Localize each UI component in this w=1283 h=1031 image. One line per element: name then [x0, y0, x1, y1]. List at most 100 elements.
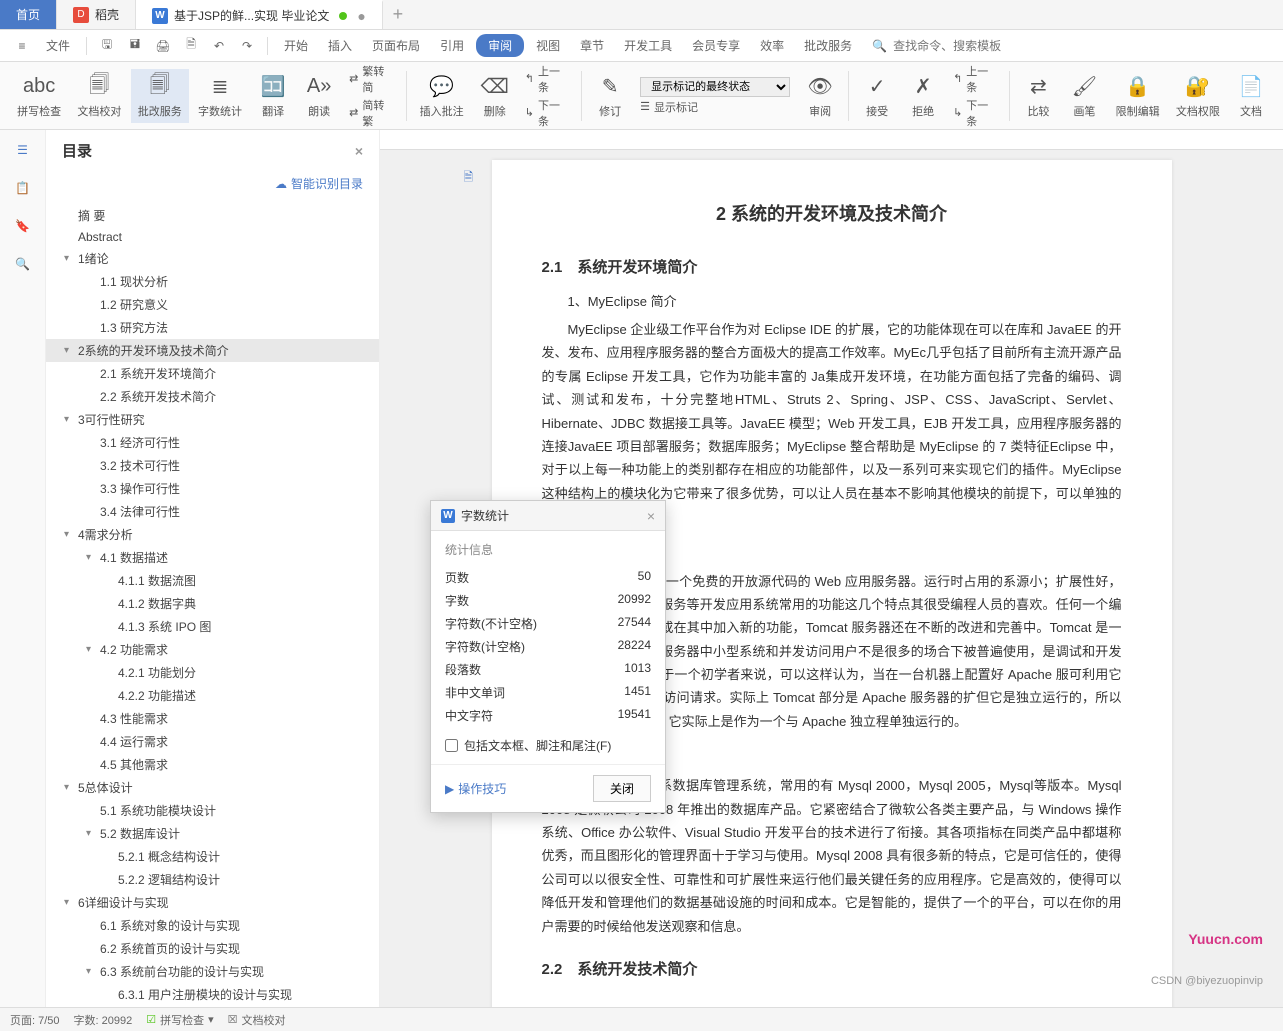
outline-item[interactable]: ▾4.2 功能需求 [46, 638, 379, 661]
outline-item[interactable]: ▾6.3 系统前台功能的设计与实现 [46, 960, 379, 983]
tips-link[interactable]: ▶ 操作技巧 [445, 780, 506, 797]
menu-review[interactable]: 审阅 [476, 34, 524, 57]
outline-item[interactable]: Abstract [46, 227, 379, 247]
outline-item[interactable]: ▾5.2 数据库设计 [46, 822, 379, 845]
outline-item[interactable]: 6.1 系统对象的设计与实现 [46, 914, 379, 937]
ribbon-spellcheck[interactable]: abc拼写检查 [10, 69, 68, 123]
file-menu[interactable]: 文件 [38, 37, 78, 54]
ribbon-reject[interactable]: ✗拒绝 [901, 69, 945, 123]
ribbon-show-markup[interactable]: ☰显示标记 [640, 99, 790, 115]
outline-item[interactable]: 摘 要 [46, 204, 379, 227]
ribbon-perm[interactable]: 🔐文档权限 [1169, 69, 1227, 123]
hamburger-icon[interactable]: ≡ [10, 34, 34, 58]
outline-item[interactable]: 3.1 经济可行性 [46, 431, 379, 454]
tab-docker[interactable]: D 稻壳 [57, 0, 136, 29]
tab-document[interactable]: W 基于JSP的鲜...实现 毕业论文 ● [136, 0, 383, 29]
menu-chapter[interactable]: 章节 [572, 37, 612, 54]
rail-outline-icon[interactable]: ☰ [13, 140, 33, 160]
status-page[interactable]: 页面: 7/50 [10, 1012, 60, 1028]
checkbox-input[interactable] [445, 739, 458, 752]
outline-item[interactable]: ▾2系统的开发环境及技术简介 [46, 339, 379, 362]
ribbon-translate[interactable]: 🈁翻译 [251, 69, 295, 123]
ribbon-compare[interactable]: ⇄比较 [1016, 69, 1060, 123]
show-markup-select[interactable]: 显示标记的最终状态 [640, 77, 790, 97]
save-icon[interactable]: 🖫 [95, 34, 119, 58]
ribbon-brush[interactable]: 🖌画笔 [1062, 69, 1106, 123]
outline-item[interactable]: 1.2 研究意义 [46, 293, 379, 316]
ribbon-proofread[interactable]: 🗐文档校对 [70, 69, 128, 123]
outline-item[interactable]: 2.1 系统开发环境简介 [46, 362, 379, 385]
smart-outline-link[interactable]: 智能识别目录 [291, 175, 363, 192]
ribbon-chs[interactable]: ⇄简转繁 [349, 97, 393, 129]
outline-item[interactable]: 4.2.1 功能划分 [46, 661, 379, 684]
ribbon-edit[interactable]: ✎修订 [588, 69, 632, 123]
ribbon-approve-service[interactable]: 🗐批改服务 [131, 69, 189, 123]
ribbon-wordcount[interactable]: ≣字数统计 [191, 69, 249, 123]
outline-item[interactable]: 4.4 运行需求 [46, 730, 379, 753]
tab-home[interactable]: 首页 [0, 0, 57, 29]
close-button[interactable]: 关闭 [593, 775, 651, 802]
menu-view[interactable]: 视图 [528, 37, 568, 54]
outline-item[interactable]: 4.5 其他需求 [46, 753, 379, 776]
status-words[interactable]: 字数: 20992 [74, 1012, 133, 1028]
outline-item[interactable]: 4.3 性能需求 [46, 707, 379, 730]
ribbon-auth[interactable]: 📄文档 [1229, 69, 1273, 123]
outline-item[interactable]: 3.3 操作可行性 [46, 477, 379, 500]
ribbon-accept[interactable]: ✓接受 [855, 69, 899, 123]
outline-item[interactable]: 2.2 系统开发技术简介 [46, 385, 379, 408]
ribbon-prev2[interactable]: ↰上一条 [953, 63, 997, 95]
ribbon-read-aloud[interactable]: A»朗读 [297, 69, 341, 123]
outline-item[interactable]: 4.1.2 数据字典 [46, 592, 379, 615]
outline-item[interactable]: 6.2 系统首页的设计与实现 [46, 937, 379, 960]
rail-search-icon[interactable]: 🔍 [13, 254, 33, 274]
ribbon-cht[interactable]: ⇄繁转简 [349, 63, 393, 95]
menu-reference[interactable]: 引用 [432, 37, 472, 54]
ribbon-next2[interactable]: ↳下一条 [953, 97, 997, 129]
outline-item[interactable]: 5.2.1 概念结构设计 [46, 845, 379, 868]
menu-layout[interactable]: 页面布局 [364, 37, 428, 54]
ribbon-review[interactable]: 👁审阅 [798, 69, 842, 123]
include-footnote-checkbox[interactable]: 包括文本框、脚注和尾注(F) [445, 737, 651, 754]
outline-item[interactable]: ▾1绪论 [46, 247, 379, 270]
rail-bookmark-icon[interactable]: 🔖 [13, 216, 33, 236]
outline-item[interactable]: 1.3 研究方法 [46, 316, 379, 339]
outline-item[interactable]: 5.1 系统功能模块设计 [46, 799, 379, 822]
ribbon-next-comment[interactable]: ↳下一条 [525, 97, 569, 129]
menu-efficiency[interactable]: 效率 [752, 37, 792, 54]
outline-item[interactable]: ▾4需求分析 [46, 523, 379, 546]
menu-devtools[interactable]: 开发工具 [616, 37, 680, 54]
print-icon[interactable]: 🖨 [151, 34, 175, 58]
menu-approve[interactable]: 批改服务 [796, 37, 860, 54]
close-icon[interactable]: × [647, 508, 655, 524]
save-as-icon[interactable]: 🖬 [123, 34, 147, 58]
print-preview-icon[interactable]: 🗎 [179, 34, 203, 58]
outline-item[interactable]: 3.4 法律可行性 [46, 500, 379, 523]
outline-item[interactable]: 4.2.2 功能描述 [46, 684, 379, 707]
ribbon-prev-comment[interactable]: ↰上一条 [525, 63, 569, 95]
status-spellcheck[interactable]: ☑拼写检查▾ [146, 1012, 213, 1028]
outline-item[interactable]: ▾3可行性研究 [46, 408, 379, 431]
menu-insert[interactable]: 插入 [320, 37, 360, 54]
search-input[interactable] [893, 39, 1013, 53]
outline-item[interactable]: ▾6详细设计与实现 [46, 891, 379, 914]
outline-item[interactable]: 1.1 现状分析 [46, 270, 379, 293]
outline-item[interactable]: 4.1.3 系统 IPO 图 [46, 615, 379, 638]
ribbon-restrict[interactable]: 🔒限制编辑 [1108, 69, 1166, 123]
ribbon-delete[interactable]: ⌫删除 [473, 69, 517, 123]
outline-item[interactable]: 5.2.2 逻辑结构设计 [46, 868, 379, 891]
outline-list[interactable]: 摘 要Abstract▾1绪论1.1 现状分析1.2 研究意义1.3 研究方法▾… [46, 200, 379, 1007]
status-proofread[interactable]: ☒文档校对 [228, 1012, 286, 1028]
outline-item[interactable]: ▾5总体设计 [46, 776, 379, 799]
close-panel-icon[interactable]: × [355, 143, 363, 159]
ribbon-insert-comment[interactable]: 💬插入批注 [412, 69, 470, 123]
rail-clipboard-icon[interactable]: 📋 [13, 178, 33, 198]
outline-item[interactable]: 4.1.1 数据流图 [46, 569, 379, 592]
new-tab-button[interactable]: + [383, 0, 413, 29]
ruler[interactable] [380, 130, 1283, 150]
menu-member[interactable]: 会员专享 [684, 37, 748, 54]
menu-start[interactable]: 开始 [276, 37, 316, 54]
outline-item[interactable]: ▾4.1 数据描述 [46, 546, 379, 569]
outline-item[interactable]: 6.3.1 用户注册模块的设计与实现 [46, 983, 379, 1006]
undo-icon[interactable]: ↶ [207, 34, 231, 58]
redo-icon[interactable]: ↷ [235, 34, 259, 58]
